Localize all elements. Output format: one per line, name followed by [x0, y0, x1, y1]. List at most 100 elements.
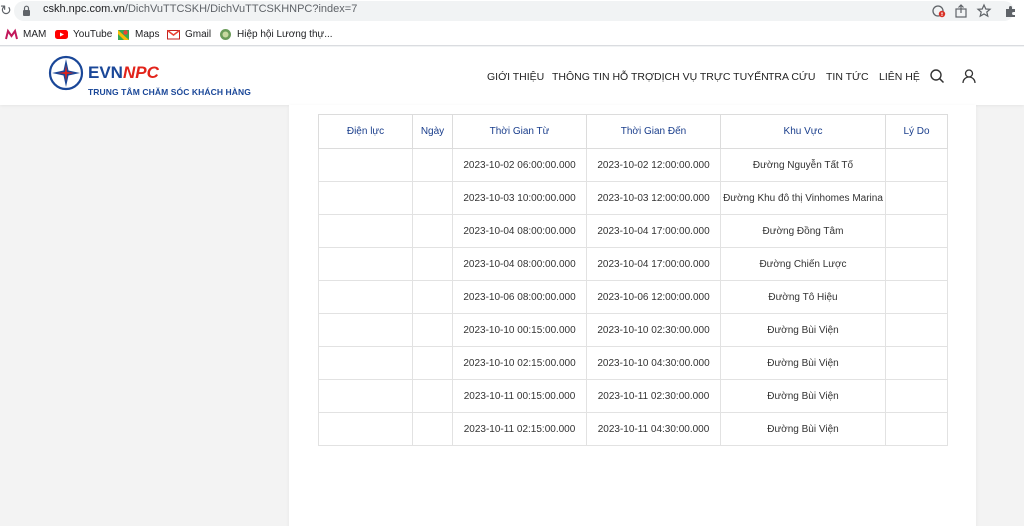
cell-thoi-gian-den: 2023-10-04 17:00:00.000 — [586, 247, 721, 281]
cell-khu-vuc: Đường Chiến Lược — [720, 247, 886, 281]
youtube-icon — [55, 29, 68, 39]
logo-evn-text: EVN — [88, 63, 123, 82]
bookmark-label: Gmail — [185, 28, 212, 40]
table-row: 2023-10-11 02:15:00.000 2023-10-11 04:30:… — [318, 412, 948, 446]
bookmark-gmail[interactable]: Gmail — [167, 27, 211, 41]
table-row: 2023-10-10 00:15:00.000 2023-10-10 02:30:… — [318, 313, 948, 347]
cell-ly-do — [885, 346, 948, 380]
nav-gioi-thieu[interactable]: GIỚI THIỆU — [487, 71, 544, 83]
bookmarks-bar: MAM YouTube Maps Gmail Hiệp hội Lương th… — [0, 22, 1024, 46]
mam-icon — [5, 28, 18, 39]
cell-ngay — [412, 412, 453, 446]
bookmark-hiep-hoi[interactable]: Hiệp hội Lương thự... — [219, 27, 333, 41]
table-row: 2023-10-03 10:00:00.000 2023-10-03 12:00:… — [318, 181, 948, 215]
table-row: 2023-10-06 08:00:00.000 2023-10-06 12:00:… — [318, 280, 948, 314]
cell-khu-vuc: Đường Tô Hiệu — [720, 280, 886, 314]
cell-ngay — [412, 247, 453, 281]
share-icon[interactable] — [953, 3, 969, 19]
cell-thoi-gian-den: 2023-10-04 17:00:00.000 — [586, 214, 721, 248]
cell-dien-luc — [318, 412, 413, 446]
cell-thoi-gian-tu: 2023-10-10 02:15:00.000 — [452, 346, 587, 380]
lock-icon[interactable] — [22, 5, 31, 16]
cell-thoi-gian-den: 2023-10-03 12:00:00.000 — [586, 181, 721, 215]
column-header-thoi-gian-tu[interactable]: Thời Gian Từ — [452, 114, 587, 149]
bookmark-label: YouTube — [73, 28, 113, 40]
security-alert-icon[interactable] — [931, 3, 947, 19]
cell-thoi-gian-den: 2023-10-06 12:00:00.000 — [586, 280, 721, 314]
nav-dich-vu-truc-tuyen[interactable]: DỊCH VỤ TRỰC TUYẾN — [654, 71, 769, 83]
search-icon[interactable] — [929, 68, 945, 84]
url-host: cskh.npc.com.vn — [43, 3, 125, 15]
cell-ngay — [412, 280, 453, 314]
cell-khu-vuc: Đường Đồng Tâm — [720, 214, 886, 248]
evn-logo-icon[interactable] — [48, 55, 84, 91]
cell-ly-do — [885, 280, 948, 314]
nav-lien-he[interactable]: LIÊN HỆ — [879, 71, 920, 83]
cell-dien-luc — [318, 247, 413, 281]
cell-dien-luc — [318, 313, 413, 347]
extensions-icon[interactable] — [1003, 3, 1019, 19]
cell-ly-do — [885, 313, 948, 347]
column-header-khu-vuc[interactable]: Khu Vực — [720, 114, 886, 149]
cell-ly-do — [885, 412, 948, 446]
cell-ngay — [412, 346, 453, 380]
logo-text[interactable]: EVNNPC — [88, 63, 159, 83]
column-header-ly-do[interactable]: Lý Do — [885, 114, 948, 149]
cell-dien-luc — [318, 148, 413, 182]
cell-dien-luc — [318, 214, 413, 248]
table-row: 2023-10-11 00:15:00.000 2023-10-11 02:30:… — [318, 379, 948, 413]
cell-ngay — [412, 379, 453, 413]
cell-khu-vuc: Đường Bùi Viện — [720, 379, 886, 413]
cell-khu-vuc: Đường Bùi Viện — [720, 313, 886, 347]
nav-tin-tuc[interactable]: TIN TỨC — [826, 71, 869, 83]
table-row: 2023-10-04 08:00:00.000 2023-10-04 17:00:… — [318, 214, 948, 248]
url-path: /DichVuTTCSKH/DichVuTTCSKHNPC?index=7 — [124, 3, 358, 15]
cell-dien-luc — [318, 379, 413, 413]
cell-dien-luc — [318, 280, 413, 314]
column-header-ngay[interactable]: Ngày — [412, 114, 453, 149]
maps-icon — [118, 29, 129, 40]
bookmark-star-icon[interactable] — [976, 3, 992, 19]
cell-khu-vuc: Đường Nguyễn Tất Tố — [720, 148, 886, 182]
address-bar-row: ↻ cskh.npc.com.vn/DichVuTTCSKH/DichVuTTC… — [0, 0, 1024, 22]
bookmark-label: Hiệp hội Lương thự... — [237, 28, 333, 40]
cell-khu-vuc: Đường Khu đô thị Vinhomes Marina — [720, 181, 886, 215]
cell-ly-do — [885, 148, 948, 182]
cell-thoi-gian-tu: 2023-10-11 00:15:00.000 — [452, 379, 587, 413]
bookmark-youtube[interactable]: YouTube — [55, 27, 112, 41]
cell-thoi-gian-den: 2023-10-10 04:30:00.000 — [586, 346, 721, 380]
nav-thong-tin-ho-tro[interactable]: THÔNG TIN HỖ TRỢ — [552, 71, 654, 83]
bookmark-maps[interactable]: Maps — [117, 27, 159, 41]
column-header-thoi-gian-den[interactable]: Thời Gian Đến — [586, 114, 721, 149]
bookmark-label: Maps — [135, 28, 160, 40]
cell-thoi-gian-tu: 2023-10-04 08:00:00.000 — [452, 214, 587, 248]
nav-tra-cuu[interactable]: TRA CỨU — [768, 71, 815, 83]
reload-icon[interactable]: ↻ — [0, 2, 12, 20]
gmail-icon — [167, 29, 180, 39]
cell-ngay — [412, 148, 453, 182]
cell-dien-luc — [318, 181, 413, 215]
cell-ly-do — [885, 247, 948, 281]
cell-thoi-gian-den: 2023-10-02 12:00:00.000 — [586, 148, 721, 182]
column-header-dien-luc[interactable]: Điện lực — [318, 114, 413, 149]
table-row: 2023-10-02 06:00:00.000 2023-10-02 12:00:… — [318, 148, 948, 182]
cell-thoi-gian-tu: 2023-10-03 10:00:00.000 — [452, 181, 587, 215]
table-header-row: Điện lực Ngày Thời Gian Từ Thời Gian Đến… — [318, 114, 948, 149]
table-row: 2023-10-10 02:15:00.000 2023-10-10 04:30:… — [318, 346, 948, 380]
cell-ly-do — [885, 181, 948, 215]
bookmark-mam[interactable]: MAM — [5, 27, 46, 41]
cell-thoi-gian-den: 2023-10-11 04:30:00.000 — [586, 412, 721, 446]
cell-thoi-gian-den: 2023-10-11 02:30:00.000 — [586, 379, 721, 413]
cell-khu-vuc: Đường Bùi Viện — [720, 412, 886, 446]
site-header: EVNNPC TRUNG TÂM CHĂM SÓC KHÁCH HÀNG GIỚ… — [0, 47, 1024, 105]
globe-icon — [220, 28, 231, 40]
url-text[interactable]: cskh.npc.com.vn/DichVuTTCSKH/DichVuTTCSK… — [43, 3, 357, 15]
bookmark-label: MAM — [23, 28, 47, 40]
logo-subtitle: TRUNG TÂM CHĂM SÓC KHÁCH HÀNG — [88, 87, 251, 97]
user-icon[interactable] — [961, 68, 977, 84]
cell-thoi-gian-tu: 2023-10-04 08:00:00.000 — [452, 247, 587, 281]
cell-thoi-gian-tu: 2023-10-02 06:00:00.000 — [452, 148, 587, 182]
cell-thoi-gian-den: 2023-10-10 02:30:00.000 — [586, 313, 721, 347]
cell-ly-do — [885, 214, 948, 248]
outage-schedule-table: Điện lực Ngày Thời Gian Từ Thời Gian Đến… — [318, 114, 948, 446]
